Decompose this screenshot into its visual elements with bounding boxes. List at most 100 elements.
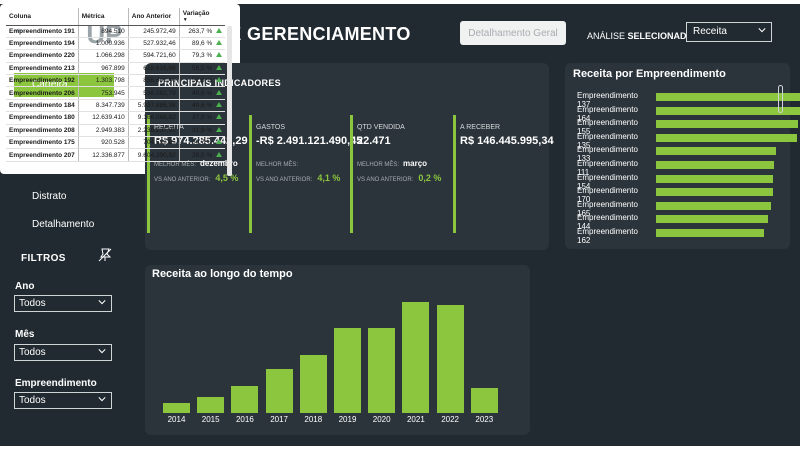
chart-bar[interactable] [231, 386, 259, 413]
variation-table-card: Coluna Métrica Ano Anterior Variação ▼ Em… [0, 4, 240, 176]
kpi-value: 22.471 [357, 135, 391, 147]
cell-value: 9.604.290,92 [137, 151, 176, 159]
kpi-var-value: 4,1 % [317, 173, 341, 183]
cell-value: Empreendimento 220 [9, 52, 75, 60]
table-cell: 2.949.383 [77, 124, 129, 138]
cell-value: 856.641,40 [143, 77, 176, 85]
revenue-bar[interactable] [656, 215, 769, 224]
column-header[interactable]: Variação ▼ [178, 8, 226, 26]
filter-empreendimento-select[interactable]: Todos [14, 392, 112, 409]
up-arrow-icon [216, 77, 223, 83]
table-row[interactable]: Empreendimento 191 894.510 245.972,49 263,7… [6, 25, 226, 38]
revenue-bar[interactable] [656, 188, 773, 197]
revenue-bar[interactable] [656, 229, 765, 237]
kpi-best-month: MELHOR MÊS: março [357, 159, 427, 168]
kpi-gastos: GASTOS -R$ 2.491.121.490,45 MELHOR MÊS: … [249, 115, 362, 234]
table-cell: 12.639.410 [77, 111, 129, 125]
revenue-bar[interactable] [656, 174, 773, 183]
table-cell: Empreendimento 206 [6, 86, 79, 100]
table-cell: 40,6 % [178, 86, 226, 100]
table-cell: 31,9 % [178, 124, 226, 138]
table-row[interactable]: Empreendimento 208 2.949.383 2.236.237,92 3… [6, 124, 226, 138]
table-cell: Empreendimento 207 [6, 148, 79, 162]
cell-value: Empreendimento 208 [9, 126, 75, 134]
up-arrow-icon [216, 40, 223, 46]
cell-value: 753.945 [101, 89, 125, 97]
column-header[interactable]: Ano Anterior [127, 8, 180, 26]
chart-bar[interactable] [299, 354, 327, 413]
sidebar-item-detalhamento[interactable]: Detalhamento [14, 213, 114, 237]
table-cell: 967.899 [77, 62, 129, 76]
table-cell: 12.336.877 [77, 148, 129, 162]
table-row[interactable]: Empreendimento 194 1.000.936 527.932,46 89,… [6, 37, 226, 51]
cell-value: Empreendimento 192 [9, 77, 75, 85]
table-cell: 245.972,49 [127, 25, 180, 38]
revenue-bar[interactable] [656, 147, 776, 156]
table-cell: 527.932,46 [127, 37, 180, 51]
kpi-best-label: MELHOR MÊS: [256, 162, 299, 168]
column-header[interactable]: Coluna [6, 8, 79, 26]
kpi-a-receber: A RECEBER R$ 146.445.995,34 [453, 115, 554, 234]
x-tick-label: 2020 [372, 415, 391, 424]
filter-mes-value: Todos [19, 347, 46, 358]
table-row[interactable]: Empreendimento 207 12.336.877 9.604.290,92… [6, 148, 226, 162]
chart-bar[interactable] [197, 397, 225, 413]
chart-bar[interactable] [265, 369, 293, 413]
cell-value: 2.949.383 [95, 126, 125, 134]
x-tick-label: 2017 [270, 415, 288, 424]
column-header[interactable]: Métrica [77, 8, 129, 26]
table-row[interactable]: Empreendimento 192 1.303.798 856.641,40 52,… [6, 74, 226, 88]
table-cell: 856.641,40 [127, 74, 180, 88]
filter-mes-label: Mês [15, 329, 35, 340]
chevron-down-icon [98, 349, 106, 354]
cell-value: 704.523,95 [143, 139, 176, 147]
filter-ano-select[interactable]: Todos [14, 295, 112, 312]
table-cell: 28,5 % [178, 148, 226, 162]
chart-bar[interactable] [163, 402, 190, 413]
cell-value: 618.616,86 [143, 64, 176, 72]
scrollbar[interactable] [778, 85, 783, 113]
table-row[interactable]: Empreendimento 175 920.528 704.523,95 30,7 … [6, 136, 226, 150]
table-cell: 1.000.936 [77, 37, 129, 51]
chart-bar[interactable] [470, 388, 498, 413]
table-row[interactable]: Empreendimento 213 967.899 618.616,86 56,5 … [6, 62, 226, 76]
table-row[interactable]: Empreendimento 184 8.347.739 5.937.886,38 4… [6, 99, 226, 113]
filter-ano-value: Todos [19, 298, 46, 309]
detail-general-button[interactable]: Detalhamento Geral [460, 21, 566, 45]
chart-bar[interactable] [436, 305, 464, 413]
chart-bar[interactable] [334, 327, 361, 413]
table-cell: 79,3 % [178, 49, 226, 63]
kpi-var-label: VS ANO ANTERIOR: [256, 177, 313, 183]
table-cell: 1.303.798 [77, 74, 129, 88]
table-cell: 618.616,86 [127, 62, 180, 76]
scrollbar[interactable] [227, 26, 232, 176]
table-cell: 9.604.290,92 [127, 148, 180, 162]
revenue-bar[interactable] [656, 133, 797, 142]
table-cell: 8.347.739 [77, 99, 129, 113]
cell-value: 527.932,46 [143, 40, 176, 48]
chart-bar[interactable] [402, 302, 430, 413]
filter-mes-select[interactable]: Todos [14, 344, 112, 361]
table-row[interactable]: Empreendimento 206 753.945 536.082,79 40,6 … [6, 86, 226, 100]
revenue-bar[interactable] [656, 201, 772, 210]
kpi-accent-bar [350, 115, 353, 233]
project-name: Empreendimento 162 [577, 227, 638, 245]
filter-ano-label: Ano [15, 281, 35, 292]
clear-filter-icon[interactable] [98, 248, 112, 262]
table-cell: Empreendimento 220 [6, 49, 79, 63]
sidebar-item-label: Distrato [32, 191, 67, 202]
kpi-accent-bar [249, 115, 252, 233]
table-row[interactable]: Empreendimento 180 12.639.410 9.166.086,82… [6, 111, 226, 125]
revenue-bar[interactable] [656, 161, 775, 169]
table-row[interactable]: Empreendimento 220 1.066.298 594.721,60 79,… [6, 49, 226, 63]
column-header-label: Variação [182, 9, 210, 17]
analysis-select[interactable]: Receita [686, 22, 772, 42]
cell-value: 2.236.237,92 [137, 126, 176, 134]
chart-bar[interactable] [368, 327, 396, 413]
cell-value: 30,7 % [192, 139, 213, 147]
kpi-variation: VS ANO ANTERIOR: 4,5 % [154, 173, 238, 183]
revenue-bar[interactable] [656, 120, 799, 129]
cell-value: Empreendimento 194 [9, 40, 75, 48]
sidebar-item-distrato[interactable]: Distrato [14, 185, 114, 209]
table-cell: 263,7 % [178, 25, 226, 38]
